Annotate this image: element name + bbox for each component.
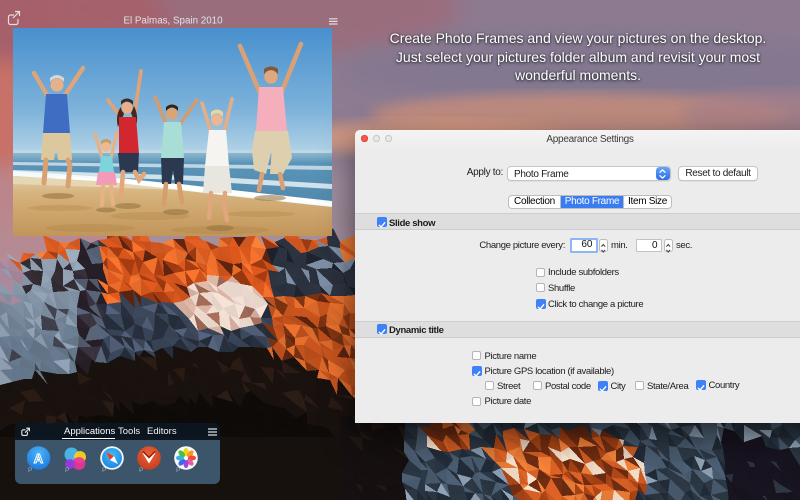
svg-text:El Palmas, Spain 2010: El Palmas, Spain 2010 [123,16,223,27]
svg-text:A: A [34,450,44,465]
